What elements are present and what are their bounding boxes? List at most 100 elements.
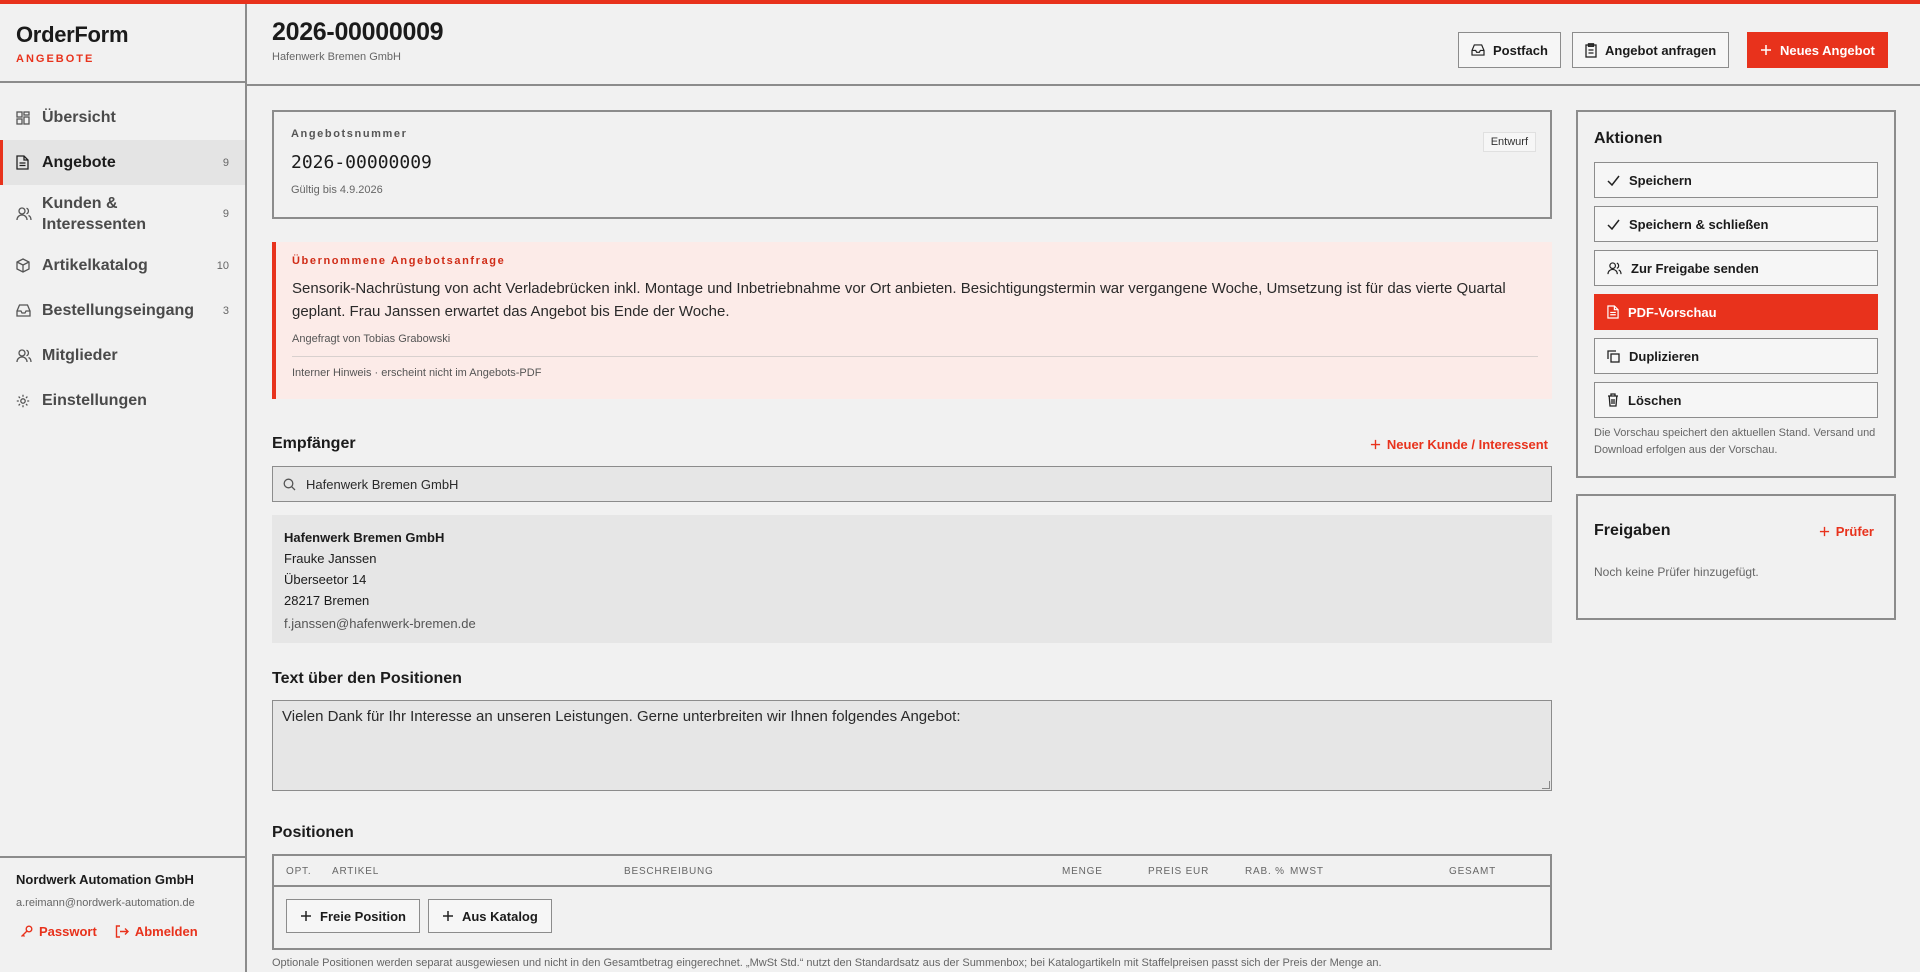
recipient-street: Überseetor 14 (284, 572, 367, 587)
check-icon (1607, 175, 1620, 186)
password-link[interactable]: Passwort (16, 924, 97, 939)
sidebar-item-label: Mitglieder (42, 347, 118, 364)
duplicate-button[interactable]: Duplizieren (1594, 338, 1878, 374)
box-icon (16, 258, 42, 273)
column-header-quantity: MENGE (1062, 866, 1103, 877)
positions-table: OPT. ARTIKEL BESCHREIBUNG MENGE PREIS EU… (272, 854, 1552, 950)
request-notice: Übernommene Angebotsanfrage Sensorik-Nac… (272, 242, 1552, 399)
offer-number: 2026-00000009 (291, 152, 432, 173)
recipient-address: Hafenwerk Bremen GmbH Frauke Janssen Übe… (272, 515, 1552, 643)
pdf-preview-label: PDF-Vorschau (1628, 304, 1717, 320)
recipient-header: Empfänger Neuer Kunde / Interessent (272, 435, 1552, 453)
password-label: Passwort (39, 924, 97, 939)
sidebar-item-settings[interactable]: Einstellungen (0, 378, 245, 423)
plus-icon (300, 910, 312, 922)
logout-label: Abmelden (134, 924, 198, 939)
plus-icon (442, 910, 454, 922)
sidebar-item-label: Angebote (42, 154, 116, 171)
sidebar-item-orders[interactable]: Bestellungseingang 3 (0, 288, 245, 333)
gear-icon (16, 394, 42, 408)
actions-panel: Aktionen Speichern Speichern & schließen… (1576, 110, 1896, 478)
add-free-position-button[interactable]: Freie Position (286, 899, 420, 933)
sidebar-item-label: Artikelkatalog (42, 257, 148, 274)
column-header-price: PREIS EUR (1148, 866, 1210, 877)
page-title: 2026-00000009 (272, 18, 444, 46)
brand: OrderForm ANGEBOTE (0, 4, 245, 83)
positions-title: Positionen (272, 824, 354, 841)
request-text: Sensorik-Nachrüstung von acht Verladebrü… (292, 280, 1506, 320)
duplicate-label: Duplizieren (1629, 348, 1700, 364)
column-header-description: BESCHREIBUNG (624, 866, 714, 877)
sidebar-item-members[interactable]: Mitglieder (0, 333, 245, 378)
add-from-catalog-label: Aus Katalog (461, 908, 538, 924)
actions-title: Aktionen (1594, 130, 1663, 147)
column-header-discount: RAB. % (1245, 866, 1285, 877)
table-header: OPT. ARTIKEL BESCHREIBUNG MENGE PREIS EU… (274, 856, 1550, 887)
check-icon (1607, 219, 1620, 230)
new-offer-label: Neues Angebot (1780, 42, 1875, 58)
sidebar-item-offers[interactable]: Angebote 9 (0, 140, 245, 185)
customer-search-input[interactable]: Hafenwerk Bremen GmbH (272, 466, 1552, 502)
sidebar-item-label: Übersicht (42, 109, 116, 126)
offer-number-label: Angebotsnummer (291, 128, 408, 140)
sidebar-item-label: Kunden & Interessenten (42, 195, 147, 233)
delete-label: Löschen (1628, 392, 1682, 408)
sidebar-item-count: 9 (222, 208, 229, 220)
save-label: Speichern (1629, 172, 1692, 188)
positions-footnote: Optionale Positionen werden separat ausg… (272, 957, 1382, 969)
delete-button[interactable]: Löschen (1594, 382, 1878, 418)
add-reviewer-link[interactable]: Prüfer (1819, 524, 1874, 539)
offer-valid-until: Gültig bis 4.9.2026 (291, 184, 383, 196)
account-company: Nordwerk Automation GmbH (16, 872, 194, 887)
save-button[interactable]: Speichern (1594, 162, 1878, 198)
column-header-article: ARTIKEL (332, 866, 380, 877)
inbox-icon (1471, 44, 1485, 56)
trash-icon (1607, 393, 1619, 407)
request-author: Angefragt von Tobias Grabowski (292, 333, 451, 345)
approvals-panel: Freigaben Prüfer Noch keine Prüfer hinzu… (1576, 494, 1896, 620)
sidebar-item-label: Bestellungseingang (42, 302, 195, 319)
inbox-label: Postfach (1493, 42, 1548, 58)
inbox-button[interactable]: Postfach (1458, 32, 1561, 68)
page-subtitle: Hafenwerk Bremen GmbH (272, 51, 401, 63)
recipient-email: f.janssen@hafenwerk-bremen.de (284, 616, 476, 631)
sidebar-item-overview[interactable]: Übersicht (0, 95, 245, 140)
main-nav: Übersicht Angebote 9 Kunden & Interessen… (0, 83, 245, 423)
request-offer-label: Angebot anfragen (1605, 42, 1717, 58)
new-offer-button[interactable]: Neues Angebot (1747, 32, 1888, 68)
approvals-title: Freigaben (1594, 522, 1671, 539)
sidebar-item-count: 3 (222, 304, 229, 317)
plus-icon (1370, 439, 1381, 450)
brand-subtitle: ANGEBOTE (16, 53, 95, 65)
recipient-title: Empfänger (272, 435, 356, 452)
members-icon (16, 348, 42, 363)
page-header: 2026-00000009 Hafenwerk Bremen GmbH Post… (247, 4, 1920, 86)
sidebar-item-catalog[interactable]: Artikelkatalog 10 (0, 243, 245, 288)
column-header-vat: MWST (1290, 866, 1324, 877)
intro-textarea[interactable]: Vielen Dank für Ihr Interesse an unseren… (272, 700, 1552, 791)
add-reviewer-label: Prüfer (1835, 523, 1874, 539)
add-from-catalog-button[interactable]: Aus Katalog (427, 899, 552, 933)
actions-note: Die Vorschau speichert den aktuellen Sta… (1594, 427, 1876, 456)
divider (292, 356, 1538, 357)
document-icon (1607, 305, 1619, 319)
search-value: Hafenwerk Bremen GmbH (306, 476, 459, 492)
sidebar-item-customers[interactable]: Kunden & Interessenten 9 (0, 185, 245, 243)
grid-icon (16, 110, 42, 125)
save-close-label: Speichern & schließen (1629, 216, 1769, 232)
users-icon (16, 207, 42, 221)
pdf-preview-button[interactable]: PDF-Vorschau (1594, 294, 1878, 330)
brand-name: OrderForm (16, 22, 129, 47)
new-customer-link[interactable]: Neuer Kunde / Interessent (1370, 437, 1548, 452)
copy-icon (1607, 349, 1620, 363)
sidebar-item-count: 9 (222, 156, 229, 169)
logout-link[interactable]: Abmelden (111, 924, 198, 939)
request-offer-button[interactable]: Angebot anfragen (1572, 32, 1730, 68)
positions-header: Positionen (272, 824, 1552, 842)
column-header-total: GESAMT (1449, 866, 1497, 877)
status-badge: Entwurf (1482, 132, 1536, 152)
resize-handle[interactable] (1542, 781, 1550, 789)
intro-header: Text über den Positionen (272, 670, 1552, 688)
save-close-button[interactable]: Speichern & schließen (1594, 206, 1878, 242)
send-approval-button[interactable]: Zur Freigabe senden (1594, 250, 1878, 286)
